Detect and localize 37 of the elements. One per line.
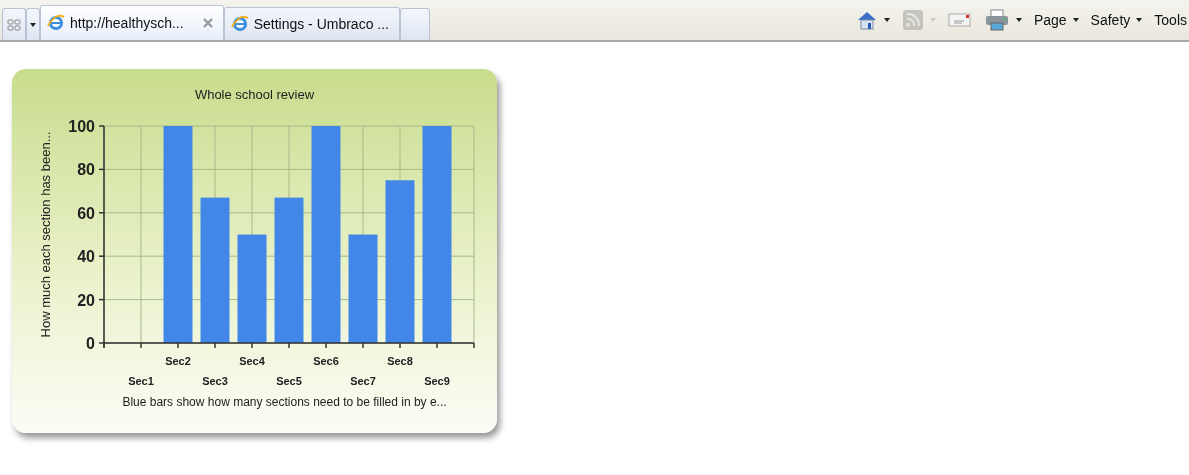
browser-logo-icon [47, 14, 65, 32]
menu-button[interactable]: Tools [1154, 12, 1187, 28]
caret-icon[interactable] [1015, 18, 1022, 22]
browser-tab[interactable]: Settings - Umbraco ... [223, 7, 400, 40]
y-tick-label: 100 [67, 118, 95, 135]
y-tick-label: 0 [85, 335, 95, 352]
tab-title: Settings - Umbraco ... [253, 16, 389, 32]
x-tick-label: Sec8 [386, 355, 413, 367]
y-tick-label: 20 [76, 291, 95, 309]
y-axis-label: How much each section has been... [37, 131, 53, 338]
x-tick-label: Sec2 [164, 355, 191, 367]
grid-icon [7, 18, 21, 31]
menu-button[interactable]: Safety [1090, 12, 1131, 28]
x-tick-label: Sec5 [275, 375, 302, 387]
caret-icon [30, 22, 36, 27]
y-tick-label: 40 [76, 248, 95, 266]
x-tick-label: Sec3 [201, 375, 228, 387]
browser-logo-icon [230, 15, 249, 33]
close-icon[interactable] [202, 18, 213, 28]
printer-icon[interactable] [983, 9, 1010, 31]
y-tick-label: 60 [76, 204, 95, 222]
x-tick-label: Sec9 [423, 375, 450, 387]
tab-list-button[interactable] [26, 8, 40, 40]
x-tick-label: Sec6 [312, 355, 339, 367]
x-tick-label: Sec1 [127, 375, 154, 387]
envelope-icon[interactable] [947, 12, 972, 28]
menu-button[interactable]: Page [1033, 12, 1067, 28]
chart-title: Whole school review [194, 87, 315, 102]
x-tick-label: Sec7 [349, 375, 376, 387]
caret-icon[interactable] [1136, 18, 1143, 22]
y-tick-label: 80 [76, 161, 95, 179]
chart-caption: Blue bars show how many sections need to be filled in by e... [122, 395, 447, 409]
browser-tab[interactable]: http://healthysch... [40, 5, 224, 40]
caret-icon[interactable] [883, 18, 890, 22]
tab-title: http://healthysch... [70, 15, 184, 31]
caret-icon[interactable] [1072, 18, 1079, 22]
x-tick-label: Sec4 [238, 355, 265, 367]
